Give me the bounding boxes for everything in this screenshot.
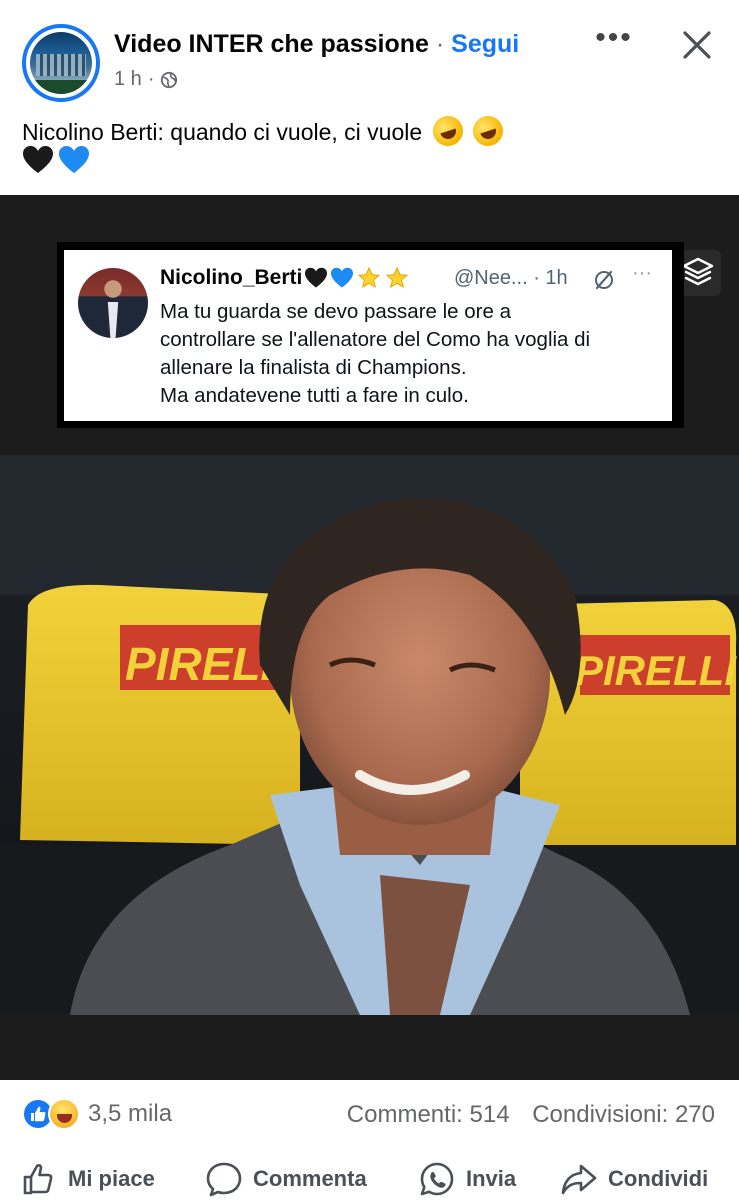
reactions-summary[interactable]: 3,5 mila bbox=[22, 1098, 172, 1130]
reactions-count: 3,5 mila bbox=[88, 1100, 173, 1127]
close-icon[interactable] bbox=[678, 26, 716, 64]
page-avatar[interactable] bbox=[22, 24, 100, 102]
tweet-handle: @Nee... · 1h bbox=[454, 267, 568, 289]
tweet-more-icon: ··· bbox=[632, 262, 652, 284]
post-header: Video INTER che passione · Segui 1 h · •… bbox=[0, 0, 739, 195]
tweet-author: Nicolino_Berti bbox=[160, 266, 410, 290]
separator-dot: · bbox=[435, 30, 445, 58]
whatsapp-icon bbox=[420, 1162, 454, 1196]
post-caption: Nicolino Berti: quando ci vuole, ci vuol… bbox=[22, 112, 702, 150]
share-label: Condividi bbox=[608, 1166, 709, 1191]
haha-reaction-icon bbox=[48, 1098, 80, 1130]
post-meta: 1 h · bbox=[114, 68, 178, 91]
star-icon bbox=[386, 266, 409, 289]
page-name[interactable]: Video INTER che passione bbox=[114, 30, 429, 58]
send-label: Invia bbox=[466, 1166, 517, 1191]
rofl-emoji-icon bbox=[469, 112, 507, 150]
like-button[interactable]: Mi piace bbox=[20, 1160, 155, 1198]
tweet-text-line: controllare se l'allenatore del Como ha … bbox=[160, 328, 591, 351]
post-time[interactable]: 1 h bbox=[114, 68, 142, 91]
stadium-image bbox=[30, 32, 92, 94]
comment-label: Commenta bbox=[253, 1166, 367, 1191]
star-icon bbox=[358, 266, 381, 289]
black-heart-icon bbox=[305, 267, 328, 288]
post-actions: Mi piace Commenta Invia Condividi bbox=[0, 1150, 739, 1200]
shares-count[interactable]: Condivisioni: 270 bbox=[532, 1101, 715, 1128]
share-arrow-icon bbox=[561, 1164, 597, 1195]
comments-count[interactable]: Commenti: 514 bbox=[347, 1101, 510, 1128]
post-stats: 3,5 mila Commenti: 514 Condivisioni: 270 bbox=[0, 1080, 739, 1150]
tweet-text-line: Ma tu guarda se devo passare le ore a bbox=[160, 300, 511, 323]
heart-emojis bbox=[22, 145, 90, 175]
page-name-line: Video INTER che passione · Segui bbox=[114, 30, 519, 59]
share-button[interactable]: Condividi bbox=[560, 1160, 708, 1198]
tweet-text-line: Ma andatevene tutti a fare in culo. bbox=[160, 384, 469, 407]
grok-icon bbox=[595, 270, 613, 290]
send-button[interactable]: Invia bbox=[418, 1160, 516, 1198]
engagement-counts: Commenti: 514 Condivisioni: 270 bbox=[347, 1101, 715, 1129]
tweet-card: Nicolino_Berti @Nee... · 1h ··· Ma tu gu… bbox=[64, 250, 672, 421]
tweet-avatar bbox=[78, 268, 148, 338]
comment-icon bbox=[206, 1162, 242, 1197]
more-options-icon[interactable]: ••• bbox=[594, 23, 634, 58]
rofl-emoji-icon bbox=[428, 112, 467, 150]
follow-button[interactable]: Segui bbox=[451, 30, 519, 58]
black-heart-icon bbox=[23, 146, 53, 173]
banner-text-right: PIRELLI bbox=[575, 647, 737, 694]
thumbs-up-icon bbox=[23, 1163, 53, 1195]
blue-heart-icon bbox=[331, 267, 354, 288]
like-label: Mi piace bbox=[68, 1166, 155, 1191]
blue-heart-icon bbox=[59, 146, 89, 173]
caption-text: Nicolino Berti: quando ci vuole, ci vuol… bbox=[22, 119, 423, 145]
meta-dot: · bbox=[147, 68, 155, 90]
tweet-text-line: allenare la finalista di Champions. bbox=[160, 356, 467, 379]
post-photo[interactable]: PIRELLI PIRELLI bbox=[0, 455, 739, 1015]
tweet-text: Ma tu guarda se devo passare le ore a co… bbox=[160, 298, 660, 410]
tweet-author-name: Nicolino_Berti bbox=[160, 266, 303, 289]
comment-button[interactable]: Commenta bbox=[205, 1160, 367, 1198]
globe-icon bbox=[161, 71, 178, 88]
